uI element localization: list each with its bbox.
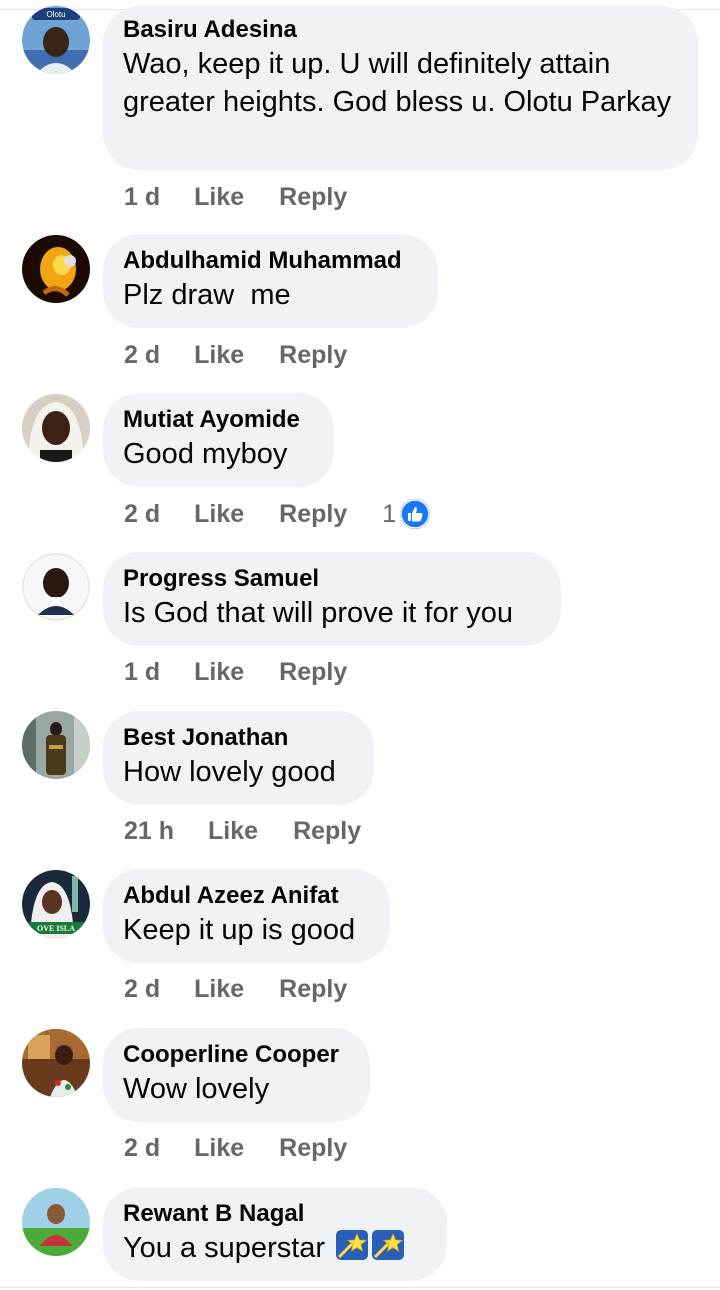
comment-bubble: Basiru Adesina Wao, keep it up. U will d… bbox=[103, 6, 698, 170]
comment-author[interactable]: Basiru Adesina bbox=[123, 15, 677, 45]
comment-bubble: Cooperline Cooper Wow lovely bbox=[103, 1028, 370, 1122]
reaction-summary[interactable]: 1 bbox=[382, 499, 431, 529]
reply-button[interactable]: Reply bbox=[279, 500, 347, 529]
comment-actions: 2 d Like Reply 1 bbox=[124, 497, 431, 531]
comment-author[interactable]: Mutiat Ayomide bbox=[123, 405, 313, 435]
reply-button[interactable]: Reply bbox=[279, 341, 347, 370]
reply-button[interactable]: Reply bbox=[279, 183, 347, 212]
like-button[interactable]: Like bbox=[194, 341, 244, 370]
like-button[interactable]: Like bbox=[194, 1134, 244, 1163]
comment-bubble: Abdulhamid Muhammad Plz draw me bbox=[103, 234, 438, 328]
avatar-badge-text: Olotu bbox=[46, 10, 65, 19]
comment-time[interactable]: 1 d bbox=[124, 183, 160, 212]
comment-author[interactable]: Cooperline Cooper bbox=[123, 1040, 349, 1070]
comment-text: Is God that will prove it for you bbox=[123, 597, 514, 629]
avatar[interactable] bbox=[22, 553, 90, 621]
comment-actions: 2 d Like Reply bbox=[124, 972, 347, 1006]
comment-actions: 1 d Like Reply bbox=[124, 655, 347, 689]
thumbs-up-icon bbox=[400, 499, 431, 529]
like-button[interactable]: Like bbox=[208, 817, 258, 846]
comment-time[interactable]: 21 h bbox=[124, 817, 174, 846]
comment-bubble: Rewant B Nagal You a superstar bbox=[103, 1187, 447, 1281]
avatar[interactable]: OVE ISLA bbox=[22, 870, 90, 938]
comment-time[interactable]: 2 d bbox=[124, 975, 160, 1004]
comment-text: Wow lovely bbox=[123, 1073, 270, 1105]
comment-author[interactable]: Rewant B Nagal bbox=[123, 1199, 426, 1229]
comment-author[interactable]: Best Jonathan bbox=[123, 723, 353, 753]
bottom-divider bbox=[0, 1287, 720, 1288]
shooting-star-icon bbox=[335, 1229, 369, 1261]
comment-bubble: Mutiat Ayomide Good myboy bbox=[103, 393, 334, 487]
reply-button[interactable]: Reply bbox=[293, 817, 361, 846]
comment-actions: 1 d Like Reply bbox=[124, 180, 347, 214]
avatar[interactable]: Olotu bbox=[22, 6, 90, 74]
comment-author[interactable]: Abdulhamid Muhammad bbox=[123, 246, 417, 276]
avatar[interactable] bbox=[22, 394, 90, 462]
shooting-star-icon bbox=[371, 1229, 405, 1261]
like-button[interactable]: Like bbox=[194, 658, 244, 687]
reaction-count: 1 bbox=[382, 499, 397, 528]
comment-text: Plz draw me bbox=[123, 279, 291, 311]
comment-bubble: Progress Samuel Is God that will prove i… bbox=[103, 552, 561, 646]
avatar[interactable] bbox=[22, 711, 90, 779]
comment-actions: 2 d Like Reply bbox=[124, 338, 347, 372]
comment-actions: 21 h Like Reply bbox=[124, 814, 361, 848]
comment-text: Wao, keep it up. U will definitely attai… bbox=[123, 48, 672, 118]
comment-author[interactable]: Abdul Azeez Anifat bbox=[123, 881, 369, 911]
comment-time[interactable]: 1 d bbox=[124, 658, 160, 687]
like-button[interactable]: Like bbox=[194, 500, 244, 529]
reply-button[interactable]: Reply bbox=[279, 975, 347, 1004]
comment-actions: 2 d Like Reply bbox=[124, 1131, 347, 1165]
like-button[interactable]: Like bbox=[194, 183, 244, 212]
comment-text: Keep it up is good bbox=[123, 914, 356, 946]
comment-text: You a superstar bbox=[123, 1229, 426, 1267]
reply-button[interactable]: Reply bbox=[279, 1134, 347, 1163]
like-button[interactable]: Like bbox=[194, 975, 244, 1004]
comment-bubble: Abdul Azeez Anifat Keep it up is good bbox=[103, 869, 390, 963]
comment-author[interactable]: Progress Samuel bbox=[123, 564, 540, 594]
avatar[interactable] bbox=[22, 1029, 90, 1097]
comment-text: Good myboy bbox=[123, 438, 288, 470]
reply-button[interactable]: Reply bbox=[279, 658, 347, 687]
avatar[interactable] bbox=[22, 235, 90, 303]
comment-bubble: Best Jonathan How lovely good bbox=[103, 711, 374, 805]
comment-text-body: You a superstar bbox=[123, 1232, 326, 1264]
avatar-badge-text: OVE ISLA bbox=[37, 924, 75, 933]
avatar[interactable] bbox=[22, 1188, 90, 1256]
comment-time[interactable]: 2 d bbox=[124, 341, 160, 370]
comment-time[interactable]: 2 d bbox=[124, 500, 160, 529]
comment-text: How lovely good bbox=[123, 756, 336, 788]
comment-time[interactable]: 2 d bbox=[124, 1134, 160, 1163]
